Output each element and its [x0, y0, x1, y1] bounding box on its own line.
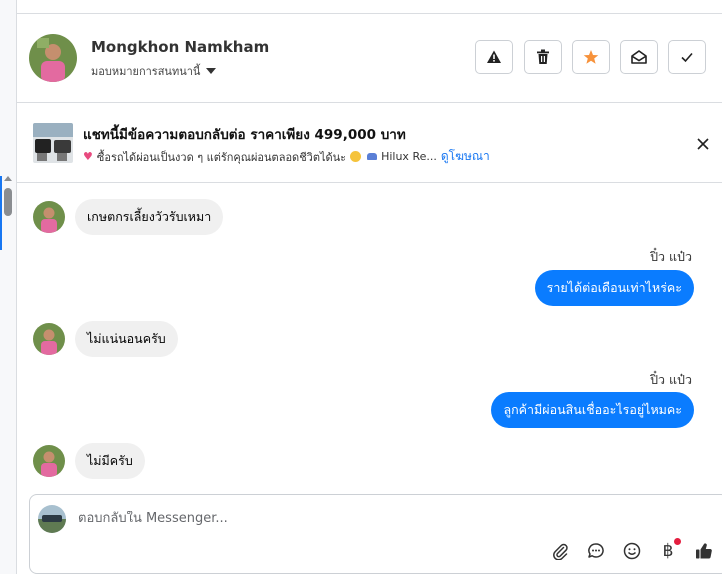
- contact-avatar-small[interactable]: [33, 323, 65, 355]
- message-bubble-incoming[interactable]: เกษตกรเลี้ยงวัวรับเหมา: [75, 199, 224, 235]
- saved-replies-button[interactable]: [586, 541, 606, 561]
- assign-conversation-dropdown[interactable]: มอบหมายการสนทนานี้: [91, 62, 217, 80]
- warning-icon: [487, 50, 501, 63]
- trash-icon: [537, 49, 549, 64]
- message-thread: เกษตกรเลี้ยงวัวรับเหมา ปิ๋ว แป๋ว รายได้ต…: [17, 183, 722, 493]
- ad-subtitle-row: ♥ ซื้อรถได้ผ่อนเป็นงวด ๆ แต่รักคุณผ่อนตล…: [83, 147, 490, 166]
- contact-avatar[interactable]: [29, 34, 77, 82]
- ad-subtitle: ซื้อรถได้ผ่อนเป็นงวด ๆ แต่รักคุณผ่อนตลอด…: [96, 150, 347, 164]
- payment-button[interactable]: ฿: [658, 538, 681, 561]
- scroll-up-arrow-icon[interactable]: [4, 176, 12, 181]
- close-icon: [697, 138, 709, 150]
- ad-context-banner: แชทนี้มีข้อความตอบกลับต่อ ราคาเพียง 499,…: [17, 103, 722, 183]
- message-row-incoming: ไม่มีครับ: [33, 443, 145, 479]
- message-bubble-outgoing[interactable]: รายได้ต่อเดือนเท่าไหร่คะ: [534, 270, 694, 306]
- contact-avatar-small[interactable]: [33, 445, 65, 477]
- emoji-button[interactable]: [622, 541, 642, 561]
- message-sender-name: ปิ๋ว แป๋ว: [650, 249, 692, 264]
- like-button[interactable]: [694, 541, 714, 561]
- chat-bubble-icon: [588, 543, 604, 558]
- message-bubble-outgoing[interactable]: ลูกค้ามีผ่อนสินเชื่ออะไรอยู่ไหมคะ: [491, 392, 694, 428]
- reply-input[interactable]: [78, 511, 478, 526]
- view-ad-link[interactable]: ดูโฆษณา: [441, 147, 490, 166]
- message-bubble-incoming[interactable]: ไม่มีครับ: [75, 443, 145, 479]
- message-bubble-incoming[interactable]: ไม่แน่นอนครับ: [75, 321, 178, 357]
- baht-icon: ฿: [662, 541, 674, 561]
- caret-down-icon: [206, 68, 217, 74]
- close-banner-button[interactable]: [693, 134, 713, 154]
- contact-avatar-small[interactable]: [33, 201, 65, 233]
- star-icon: [583, 50, 599, 64]
- composer-toolbar: ฿: [550, 538, 714, 561]
- assign-label: มอบหมายการสนทนานี้: [91, 65, 201, 78]
- star-button[interactable]: [572, 40, 610, 74]
- message-row-incoming: เกษตกรเลี้ยงวัวรับเหมา: [33, 199, 224, 235]
- mark-unread-button[interactable]: [620, 40, 658, 74]
- paperclip-icon: [553, 543, 568, 560]
- contact-name: Mongkhon Namkham: [91, 38, 270, 56]
- conversation-header: Mongkhon Namkham มอบหมายการสนทนานี้: [17, 14, 722, 103]
- page-avatar: [38, 505, 66, 533]
- check-icon: [681, 52, 693, 63]
- smiley-icon: [623, 542, 641, 560]
- notification-dot: [674, 538, 681, 545]
- envelope-open-icon: [631, 50, 647, 64]
- scrollbar-thumb[interactable]: [4, 188, 12, 216]
- ad-subtitle-suffix: Hilux Re...: [381, 150, 437, 163]
- sunglasses-emoji-icon: [350, 151, 362, 162]
- car-emoji-icon: [367, 153, 378, 160]
- message-row-incoming: ไม่แน่นอนครับ: [33, 321, 178, 357]
- done-button[interactable]: [668, 40, 706, 74]
- report-button[interactable]: [475, 40, 513, 74]
- ad-title: แชทนี้มีข้อความตอบกลับต่อ ราคาเพียง 499,…: [83, 127, 406, 143]
- scrollbar[interactable]: [0, 176, 16, 574]
- attach-button[interactable]: [550, 541, 570, 561]
- conversation-list-edge: [0, 0, 17, 574]
- ad-thumbnail: [33, 123, 73, 163]
- delete-button[interactable]: [524, 40, 562, 74]
- reply-composer: ฿: [29, 494, 722, 574]
- message-sender-name: ปิ๋ว แป๋ว: [650, 372, 692, 387]
- heart-icon: ♥: [83, 150, 93, 163]
- thumbs-up-icon: [696, 543, 712, 559]
